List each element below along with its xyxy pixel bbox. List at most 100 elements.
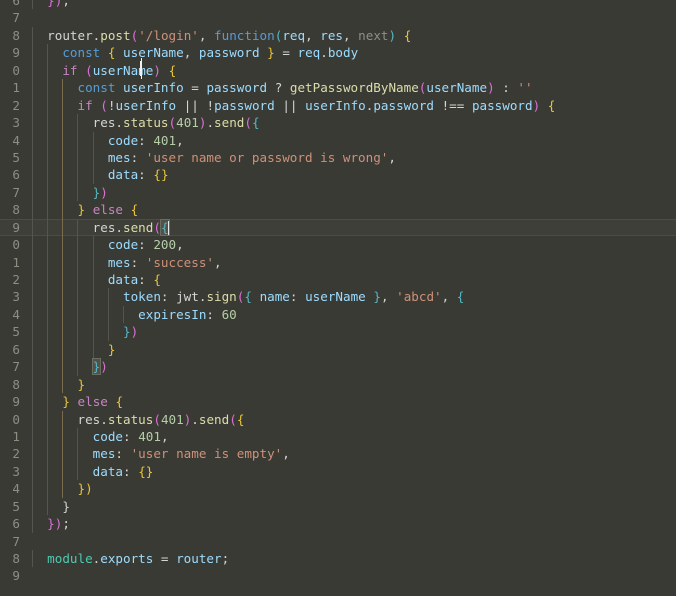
- code-line[interactable]: 2 mes: 'user name is empty',: [0, 445, 676, 463]
- code-token: }: [267, 45, 275, 61]
- code-line-content[interactable]: data: {}: [26, 166, 676, 184]
- code-line[interactable]: 9 const { userName, password } = req.bod…: [0, 44, 676, 62]
- code-line[interactable]: 4 expiresIn: 60: [0, 305, 676, 324]
- code-line[interactable]: 7: [0, 533, 676, 550]
- code-token: ,: [441, 289, 457, 305]
- code-line[interactable]: 9 } else {: [0, 393, 676, 411]
- code-line[interactable]: 1 code: 401,: [0, 427, 676, 446]
- code-editor[interactable]: 6 }); 7 8 router.post('/login', function(r…: [0, 0, 676, 596]
- code-line[interactable]: 5 mes: 'user name or password is wrong',: [0, 148, 676, 167]
- code-line-content[interactable]: }: [26, 375, 676, 394]
- code-token: }: [77, 481, 86, 497]
- code-lines-container[interactable]: 6 }); 7 8 router.post('/login', function(r…: [0, 0, 676, 585]
- code-line[interactable]: 6 });: [0, 0, 676, 10]
- code-line-content[interactable]: const userInfo = password ? getPasswordB…: [26, 79, 676, 97]
- code-tokens: mes: 'success',: [32, 255, 222, 270]
- code-line-content[interactable]: if (userName) {: [26, 61, 676, 80]
- code-tokens: } else {: [32, 394, 123, 409]
- code-tokens: res.send({: [32, 218, 170, 236]
- code-line[interactable]: 2 if (!userInfo || !password || userInfo…: [0, 96, 676, 115]
- code-tokens: }: [32, 377, 86, 392]
- code-token: send: [214, 115, 245, 131]
- code-line[interactable]: 1 const userInfo = password ? getPasswor…: [0, 79, 676, 97]
- code-line[interactable]: 7 }): [0, 183, 676, 202]
- code-line-content[interactable]: code: 200,: [26, 236, 676, 254]
- code-line[interactable]: 9: [0, 567, 676, 584]
- code-line-content[interactable]: mes: 'user name is empty',: [26, 445, 676, 463]
- code-line-content[interactable]: });: [26, 0, 676, 10]
- code-line[interactable]: 3 res.status(401).send({: [0, 114, 676, 132]
- code-line-content[interactable]: token: jwt.sign({ name: userName }, 'abc…: [26, 288, 676, 306]
- code-line-content[interactable]: expiresIn: 60: [26, 305, 676, 324]
- code-line[interactable]: 4 }): [0, 480, 676, 498]
- code-line-content[interactable]: mes: 'success',: [26, 253, 676, 272]
- code-line[interactable]: 3 data: {}: [0, 462, 676, 481]
- code-token: .: [191, 411, 199, 427]
- code-line-content[interactable]: router.post('/login', function(req, res,…: [26, 26, 676, 45]
- code-line[interactable]: 6 data: {}: [0, 166, 676, 184]
- code-line[interactable]: 5 }): [0, 323, 676, 341]
- line-number: 5: [12, 324, 20, 340]
- code-line[interactable]: 7 }): [0, 358, 676, 376]
- code-line[interactable]: 9 res.send({: [0, 218, 676, 237]
- code-line-content[interactable]: });: [26, 515, 676, 533]
- code-token: next: [358, 27, 389, 43]
- code-line-content[interactable]: data: {}: [26, 462, 676, 481]
- code-token: :: [206, 306, 222, 322]
- code-line[interactable]: 2 data: {: [0, 271, 676, 289]
- code-token: :: [123, 428, 139, 444]
- code-token: ,: [282, 446, 290, 462]
- code-token: if: [77, 97, 93, 113]
- code-line-content[interactable]: res.send({: [26, 218, 676, 237]
- code-line[interactable]: 6 }: [0, 340, 676, 359]
- code-token: :: [494, 80, 518, 96]
- indent-guides: [26, 183, 676, 202]
- code-line-content[interactable]: mes: 'user name or password is wrong',: [26, 148, 676, 167]
- code-token: .: [100, 411, 108, 427]
- code-token: }: [62, 498, 70, 514]
- code-line[interactable]: 0 res.status(401).send({: [0, 410, 676, 428]
- code-token: .: [115, 219, 124, 235]
- code-token: }: [47, 0, 55, 8]
- code-line-content[interactable]: const { userName, password } = req.body: [26, 44, 676, 62]
- code-line-content[interactable]: res.status(401).send({: [26, 410, 676, 428]
- code-line[interactable]: 1 mes: 'success',: [0, 253, 676, 272]
- line-number: 0: [12, 237, 20, 253]
- code-line[interactable]: 0 code: 200,: [0, 236, 676, 254]
- code-line-content[interactable]: if (!userInfo || !password || userInfo.p…: [26, 96, 676, 115]
- code-line-content[interactable]: data: {: [26, 271, 676, 289]
- code-line[interactable]: 5 }: [0, 497, 676, 516]
- code-line-content[interactable]: }): [26, 323, 676, 341]
- code-line[interactable]: 4 code: 401,: [0, 131, 676, 149]
- code-line-content[interactable]: code: 401,: [26, 131, 676, 149]
- code-line-content[interactable]: }: [26, 497, 676, 516]
- code-line-content[interactable]: res.status(401).send({: [26, 114, 676, 132]
- code-line[interactable]: 0 if (userName) {: [0, 61, 676, 80]
- code-line-content[interactable]: code: 401,: [26, 427, 676, 446]
- code-line-content[interactable]: }: [26, 340, 676, 359]
- code-line[interactable]: 8 }: [0, 375, 676, 394]
- code-tokens: code: 401,: [32, 133, 184, 148]
- code-line[interactable]: 8 } else {: [0, 201, 676, 219]
- code-token: status: [123, 115, 169, 131]
- code-token: =: [153, 551, 177, 566]
- code-line[interactable]: 8 module.exports = router;: [0, 550, 676, 568]
- code-token: data: [92, 463, 124, 479]
- code-line[interactable]: 3 token: jwt.sign({ name: userName }, 'a…: [0, 288, 676, 306]
- code-line[interactable]: 6 });: [0, 515, 676, 533]
- code-line-content[interactable]: } else {: [26, 201, 676, 219]
- code-token: token: [123, 289, 161, 305]
- code-tokens: data: {: [32, 272, 161, 287]
- code-line[interactable]: 8 router.post('/login', function(req, re…: [0, 26, 676, 45]
- code-token: mes: [107, 149, 131, 165]
- code-token: password: [373, 97, 435, 113]
- code-line-content[interactable]: }): [26, 183, 676, 202]
- code-tokens: }: [32, 499, 70, 514]
- code-line-content[interactable]: } else {: [26, 393, 676, 411]
- code-line-content[interactable]: }): [26, 480, 676, 498]
- code-line-content[interactable]: module.exports = router;: [26, 550, 676, 568]
- code-line[interactable]: 7: [0, 9, 676, 26]
- code-line-content[interactable]: }): [26, 358, 676, 376]
